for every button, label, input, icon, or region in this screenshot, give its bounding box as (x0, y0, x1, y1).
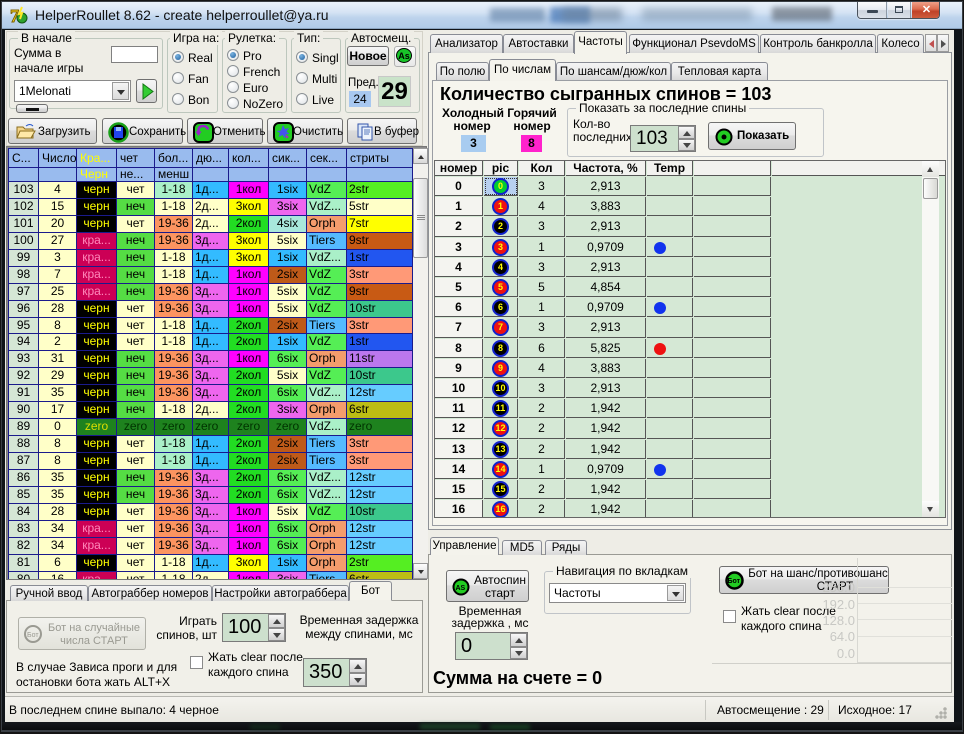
svg-text:AS: AS (456, 585, 466, 592)
svg-text:Бот: Бот (27, 632, 39, 639)
svg-text:Бот: Бот (728, 578, 741, 585)
